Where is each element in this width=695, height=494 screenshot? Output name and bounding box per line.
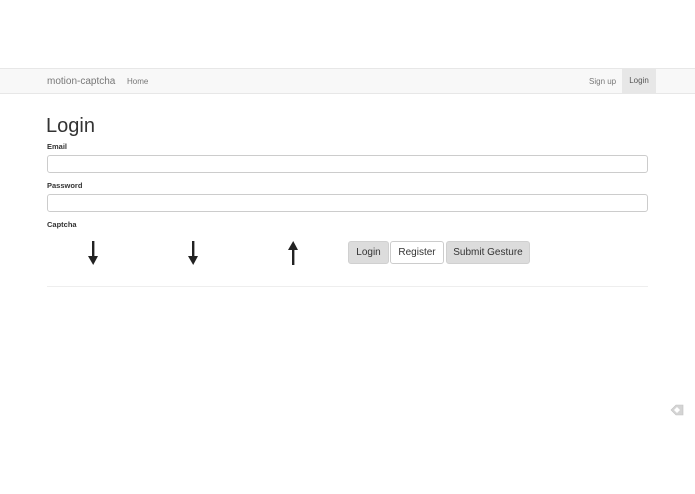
nav-home-link[interactable]: Home xyxy=(127,76,148,87)
page: motion-captcha Home Sign up Login Login … xyxy=(0,0,695,494)
arrow-down-icon xyxy=(183,240,203,268)
tag-icon xyxy=(670,403,684,417)
login-button[interactable]: Login xyxy=(348,241,389,264)
brand-link[interactable]: motion-captcha xyxy=(47,75,115,88)
navbar: motion-captcha Home Sign up Login xyxy=(0,68,695,94)
arrow-up-icon xyxy=(283,240,303,268)
nav-login-link[interactable]: Login xyxy=(622,68,656,94)
password-label: Password xyxy=(47,181,83,190)
arrow-down-icon xyxy=(83,240,103,268)
email-field[interactable] xyxy=(47,155,648,173)
nav-signup-link[interactable]: Sign up xyxy=(589,76,616,87)
divider xyxy=(47,286,648,287)
password-field[interactable] xyxy=(47,194,648,212)
email-label: Email xyxy=(47,142,68,151)
register-button[interactable]: Register xyxy=(390,241,444,264)
page-title: Login xyxy=(46,115,95,137)
submit-gesture-button[interactable]: Submit Gesture xyxy=(446,241,530,264)
captcha-label: Captcha xyxy=(47,220,77,229)
